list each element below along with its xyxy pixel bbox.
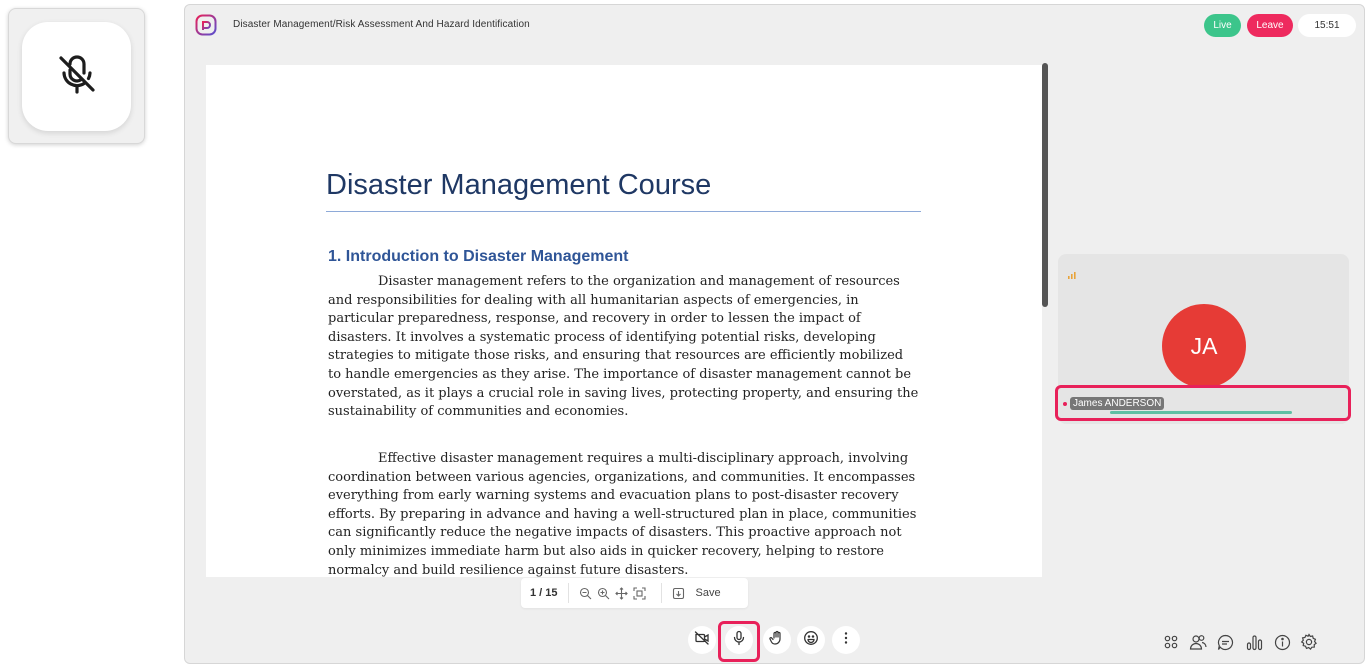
breadcrumb: Disaster Management/Risk Assessment And …: [233, 19, 530, 30]
document-scrollbar[interactable]: [1042, 63, 1048, 307]
paragraph-2: Effective disaster management requires a…: [328, 451, 917, 577]
participant-name: James ANDERSON: [1070, 397, 1165, 410]
more-icon: [838, 630, 854, 651]
zoom-out-icon[interactable]: [579, 587, 592, 600]
meeting-clock: 15:51: [1298, 14, 1356, 37]
microphone-muted-icon: [53, 50, 101, 103]
participants-icon[interactable]: [1188, 632, 1208, 652]
document-title: Disaster Management Course: [326, 169, 712, 201]
zoom-in-icon[interactable]: [597, 587, 610, 600]
leave-button[interactable]: Leave: [1247, 14, 1293, 37]
info-icon[interactable]: [1272, 632, 1292, 652]
paragraph-1: Disaster management refers to the organi…: [328, 274, 919, 420]
section-heading: 1. Introduction to Disaster Management: [328, 248, 629, 265]
emoji-icon: [803, 630, 819, 651]
raise-hand-icon: [769, 630, 785, 651]
toolbar-divider: [660, 583, 662, 603]
app-logo-icon: [195, 14, 217, 36]
page-indicator: 1 / 15: [530, 587, 558, 599]
meeting-window: Disaster Management/Risk Assessment And …: [184, 4, 1365, 664]
top-bar: Disaster Management/Risk Assessment And …: [185, 5, 1364, 45]
avatar: JA: [1162, 304, 1246, 388]
document-viewer[interactable]: Disaster Management Course 1. Introducti…: [206, 65, 1042, 577]
camera-off-icon: [694, 630, 710, 651]
live-badge[interactable]: Live: [1204, 14, 1241, 37]
settings-icon[interactable]: [1299, 632, 1319, 652]
audio-level-bar: [1110, 411, 1292, 414]
more-button[interactable]: [832, 626, 860, 654]
save-icon[interactable]: [672, 587, 685, 600]
poll-icon[interactable]: [1244, 632, 1264, 652]
pan-icon[interactable]: [614, 586, 628, 600]
fit-page-icon[interactable]: [632, 586, 646, 600]
chat-icon[interactable]: [1215, 632, 1235, 652]
emoji-button[interactable]: [797, 626, 825, 654]
microphone-highlight-box: [718, 621, 760, 662]
mute-status-card: [22, 22, 131, 131]
mute-status-tile: [8, 8, 145, 144]
layout-grid-icon[interactable]: [1161, 632, 1181, 652]
camera-off-button[interactable]: [688, 626, 716, 654]
title-divider: [326, 211, 921, 212]
document-toolbar: 1 / 15 Save: [521, 578, 748, 608]
speaking-dot: [1063, 402, 1067, 406]
signal-strength-icon: [1068, 266, 1076, 284]
raise-hand-button[interactable]: [763, 626, 791, 654]
save-button[interactable]: Save: [696, 587, 721, 599]
toolbar-divider: [567, 583, 569, 603]
